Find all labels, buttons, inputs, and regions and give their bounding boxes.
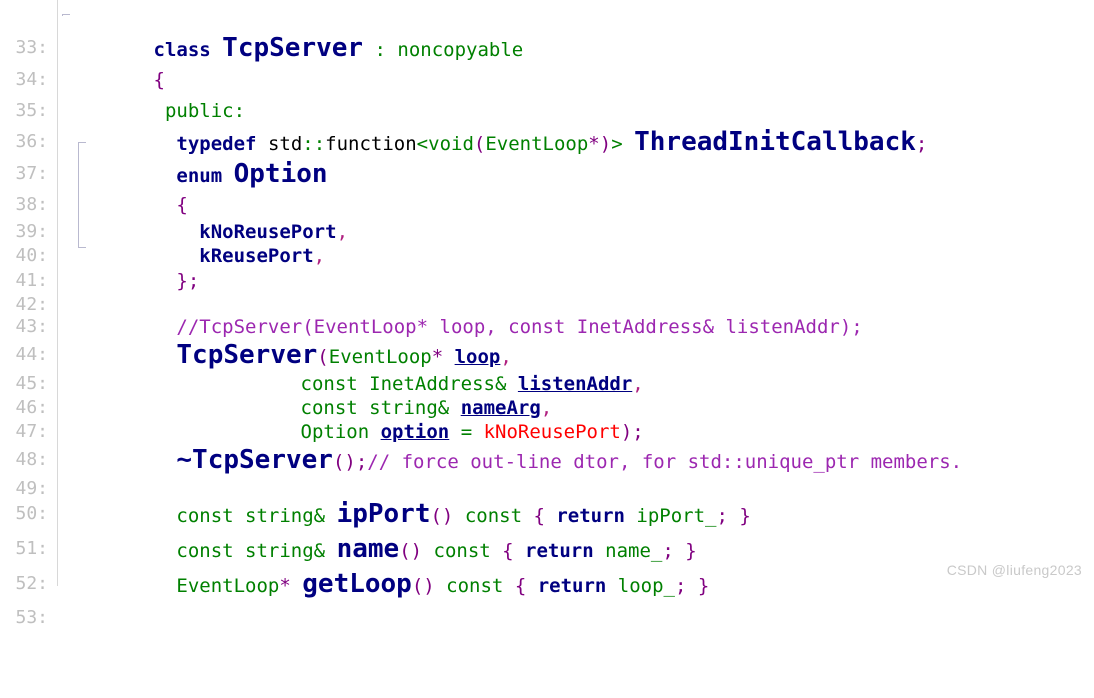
code-line[interactable]: 51: const string& name() const { return … xyxy=(0,501,696,564)
code-editor[interactable]: 33: class TcpServer : noncopyable 34: { … xyxy=(0,0,1094,628)
line-content: EventLoop* getLoop() const { return loop… xyxy=(62,536,709,634)
body-close-brace: } xyxy=(727,505,751,527)
semicolon: ; xyxy=(674,575,687,597)
code-line[interactable]: 50: const string& ipPort() const { retur… xyxy=(0,466,750,529)
code-line[interactable]: 37: enum Option xyxy=(0,126,327,189)
comma: , xyxy=(313,245,326,267)
paren-open: ( xyxy=(473,133,486,155)
keyword-return: return xyxy=(526,575,618,597)
typedef-name: ThreadInitCallback xyxy=(634,127,916,157)
body-close-brace: } xyxy=(686,575,710,597)
line-number: 53: xyxy=(15,607,48,628)
enum-member: kReusePort xyxy=(199,245,314,267)
paren-close: ) xyxy=(599,133,612,155)
return-type: EventLoop xyxy=(176,575,280,597)
watermark: CSDN @liufeng2023 xyxy=(946,562,1082,578)
inheritance-colon: : xyxy=(363,39,398,61)
template-close: > xyxy=(611,133,623,155)
code-line[interactable]: 35: public: xyxy=(0,63,245,122)
code-line[interactable]: 33: class TcpServer : noncopyable xyxy=(0,0,523,63)
code-line[interactable]: 52: EventLoop* getLoop() const { return … xyxy=(0,536,709,599)
semicolon: ; xyxy=(716,505,728,527)
template-open: < xyxy=(416,133,429,155)
semicolon: ; xyxy=(915,133,928,155)
code-line[interactable]: 44: TcpServer(EventLoop* loop, xyxy=(0,307,511,370)
parens: () xyxy=(411,575,435,597)
template-function: function xyxy=(325,133,417,155)
method-name: getLoop xyxy=(302,569,412,599)
code-line[interactable]: 34: { xyxy=(0,32,164,91)
code-line[interactable]: 48: ~TcpServer();// force out-line dtor,… xyxy=(0,412,962,475)
class-name: TcpServer xyxy=(222,33,364,63)
base-class-name: noncopyable xyxy=(397,39,524,61)
qualifier-const: const xyxy=(434,575,515,597)
body-open-brace: { xyxy=(514,575,527,597)
pointer-star: * xyxy=(279,575,291,597)
type-void: void xyxy=(428,133,474,155)
pointer-star: * xyxy=(588,133,600,155)
member-field: loop_ xyxy=(617,575,675,597)
code-line[interactable]: 53: xyxy=(0,570,69,628)
code-line[interactable]: 36: typedef std::function<void(EventLoop… xyxy=(0,94,927,157)
comma: , xyxy=(336,221,349,243)
type-eventloop: EventLoop xyxy=(485,133,589,155)
